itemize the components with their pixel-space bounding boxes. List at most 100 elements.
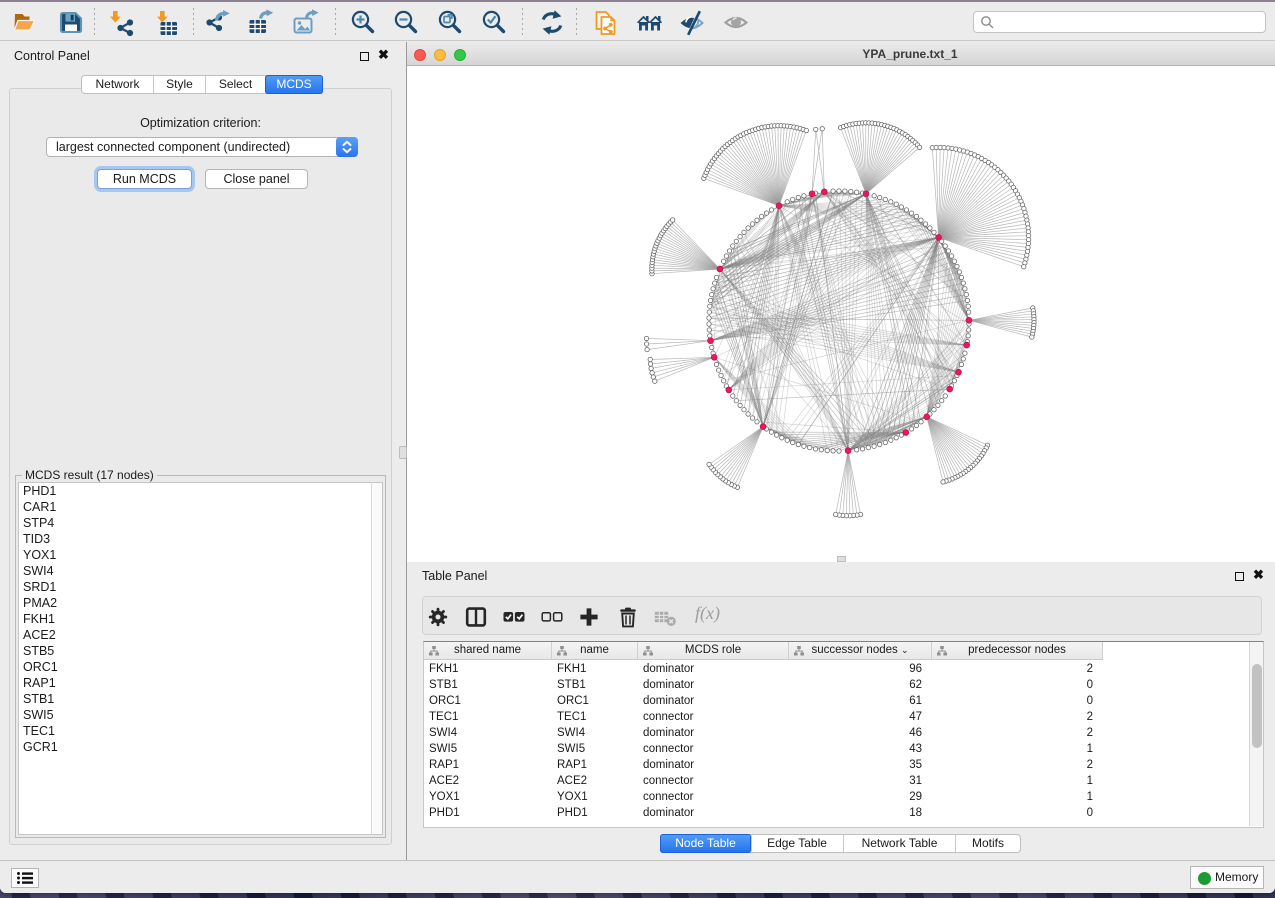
mcds-result-item[interactable]: GCR1: [19, 739, 373, 755]
cell-role[interactable]: dominator: [638, 677, 789, 693]
import-table-icon[interactable]: [152, 9, 180, 37]
cell-succ[interactable]: 61: [789, 693, 932, 709]
tab-mcds[interactable]: MCDS: [265, 75, 323, 94]
horizontal-splitter-handle[interactable]: [837, 556, 846, 562]
cell-shared_name[interactable]: TEC1: [424, 709, 552, 725]
function-builder-button[interactable]: f(x): [695, 603, 720, 624]
table-panel-close-button[interactable]: ✖: [1253, 568, 1264, 582]
cell-succ[interactable]: 35: [789, 757, 932, 773]
cell-pred[interactable]: 2: [932, 757, 1103, 773]
tab-node-table[interactable]: Node Table: [660, 834, 752, 853]
cell-succ[interactable]: 43: [789, 741, 932, 757]
add-column-icon[interactable]: [578, 606, 600, 631]
cell-name[interactable]: TEC1: [552, 709, 638, 725]
cell-name[interactable]: ORC1: [552, 693, 638, 709]
zoom-in-icon[interactable]: [350, 9, 378, 37]
zoom-traffic-light[interactable]: [454, 49, 466, 61]
mcds-result-item[interactable]: PMA2: [19, 595, 373, 611]
tab-style[interactable]: Style: [154, 76, 206, 93]
mcds-result-item[interactable]: SRD1: [19, 579, 373, 595]
table-scrollbar[interactable]: [1249, 642, 1263, 826]
cell-shared_name[interactable]: ORC1: [424, 693, 552, 709]
cell-pred[interactable]: 0: [932, 805, 1103, 821]
cell-succ[interactable]: 47: [789, 709, 932, 725]
cell-succ[interactable]: 31: [789, 773, 932, 789]
cell-name[interactable]: STB1: [552, 677, 638, 693]
open-folder-icon[interactable]: [12, 9, 40, 37]
cell-succ[interactable]: 62: [789, 677, 932, 693]
zoom-out-icon[interactable]: [393, 9, 421, 37]
gear-icon[interactable]: [427, 606, 449, 631]
mcds-result-item[interactable]: RAP1: [19, 675, 373, 691]
cell-name[interactable]: ACE2: [552, 773, 638, 789]
delete-column-icon[interactable]: [617, 606, 639, 631]
refresh-layout-icon[interactable]: [538, 9, 566, 37]
run-mcds-button[interactable]: Run MCDS: [97, 169, 192, 189]
mcds-result-item[interactable]: PHD1: [19, 483, 373, 499]
cell-role[interactable]: dominator: [638, 805, 789, 821]
cell-shared_name[interactable]: FKH1: [424, 661, 552, 677]
hide-details-icon[interactable]: [680, 9, 708, 37]
mcds-result-item[interactable]: STB5: [19, 643, 373, 659]
export-table-icon[interactable]: [247, 9, 275, 37]
minimize-traffic-light[interactable]: [434, 49, 446, 61]
column-header-MCDS-role[interactable]: MCDS role: [638, 642, 789, 660]
mcds-result-item[interactable]: STP4: [19, 515, 373, 531]
mcds-result-list[interactable]: PHD1CAR1STP4TID3YOX1SWI4SRD1PMA2FKH1ACE2…: [18, 482, 373, 835]
select-none-icon[interactable]: [541, 606, 563, 631]
delete-table-disabled-icon[interactable]: [654, 606, 676, 631]
mcds-result-item[interactable]: STB1: [19, 691, 373, 707]
cell-role[interactable]: dominator: [638, 725, 789, 741]
mcds-result-item[interactable]: SWI5: [19, 707, 373, 723]
save-icon[interactable]: [57, 9, 85, 37]
mcds-list-scrollbar[interactable]: [371, 482, 383, 835]
tab-network-table[interactable]: Network Table: [844, 835, 956, 852]
column-header-successor-nodes[interactable]: successor nodes ⌄: [789, 642, 932, 660]
network-graph[interactable]: [407, 66, 1275, 562]
mcds-result-item[interactable]: TEC1: [19, 723, 373, 739]
copy-documents-icon[interactable]: [592, 9, 620, 37]
export-image-icon[interactable]: [292, 9, 320, 37]
mcds-result-item[interactable]: ACE2: [19, 627, 373, 643]
network-window-titlebar[interactable]: YPA_prune.txt_1: [407, 42, 1275, 66]
vertical-splitter-handle[interactable]: [399, 446, 407, 459]
cell-shared_name[interactable]: SWI5: [424, 741, 552, 757]
close-traffic-light[interactable]: [414, 49, 426, 61]
export-network-icon[interactable]: [204, 9, 232, 37]
mcds-result-item[interactable]: SWI4: [19, 563, 373, 579]
cell-shared_name[interactable]: SWI4: [424, 725, 552, 741]
cell-role[interactable]: connector: [638, 789, 789, 805]
cell-pred[interactable]: 2: [932, 661, 1103, 677]
cell-pred[interactable]: 0: [932, 677, 1103, 693]
cell-name[interactable]: SWI4: [552, 725, 638, 741]
cell-succ[interactable]: 29: [789, 789, 932, 805]
mcds-result-item[interactable]: ORC1: [19, 659, 373, 675]
show-details-disabled-icon[interactable]: [724, 9, 752, 37]
mcds-result-item[interactable]: YOX1: [19, 547, 373, 563]
cell-pred[interactable]: 2: [932, 709, 1103, 725]
tab-motifs[interactable]: Motifs: [956, 835, 1020, 852]
cell-shared_name[interactable]: ACE2: [424, 773, 552, 789]
cell-shared_name[interactable]: STB1: [424, 677, 552, 693]
cell-shared_name[interactable]: YOX1: [424, 789, 552, 805]
cell-pred[interactable]: 1: [932, 789, 1103, 805]
zoom-selected-icon[interactable]: [481, 9, 509, 37]
tab-network[interactable]: Network: [82, 76, 154, 93]
control-panel-float-button[interactable]: [360, 50, 369, 64]
zoom-fit-icon[interactable]: [437, 9, 465, 37]
cell-succ[interactable]: 46: [789, 725, 932, 741]
tab-edge-table[interactable]: Edge Table: [751, 835, 844, 852]
mcds-result-item[interactable]: CAR1: [19, 499, 373, 515]
cell-pred[interactable]: 2: [932, 725, 1103, 741]
cell-name[interactable]: SWI5: [552, 741, 638, 757]
cell-pred[interactable]: 1: [932, 741, 1103, 757]
cell-name[interactable]: YOX1: [552, 789, 638, 805]
close-panel-button[interactable]: Close panel: [205, 169, 308, 189]
cell-role[interactable]: connector: [638, 773, 789, 789]
mcds-result-item[interactable]: FKH1: [19, 611, 373, 627]
cell-role[interactable]: connector: [638, 709, 789, 725]
cell-role[interactable]: dominator: [638, 661, 789, 677]
optimization-combobox[interactable]: largest connected component (undirected): [46, 137, 358, 157]
home-networks-icon[interactable]: [636, 9, 664, 37]
mcds-result-item[interactable]: TID3: [19, 531, 373, 547]
